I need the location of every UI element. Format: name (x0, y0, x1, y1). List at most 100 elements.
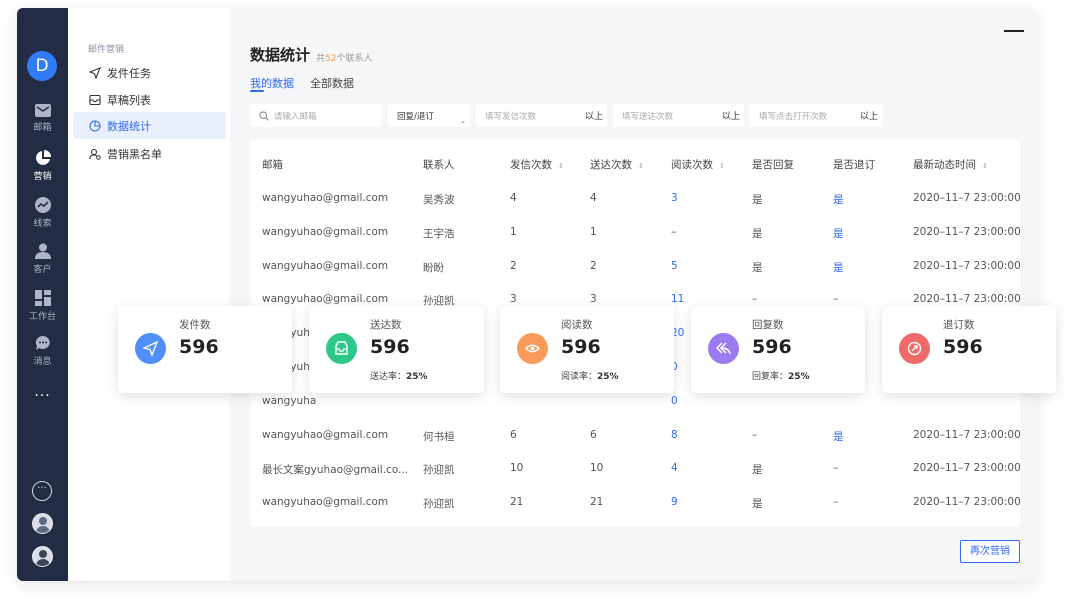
table-cell: 何书桓 (423, 430, 455, 443)
table-cell: – (833, 462, 839, 475)
table-cell: 6 (510, 428, 517, 441)
send-count-input[interactable]: 填写发信次数 以上 (476, 104, 607, 127)
reply-icon-badge (708, 333, 739, 364)
mail-icon (34, 104, 51, 117)
stat-card-value: 596 (370, 336, 410, 358)
stat-card: 回复数 596 回复率：25% (691, 306, 865, 393)
table-cell: 2020–11–7 23:00:00 (913, 259, 1020, 272)
table-cell[interactable]: 11 (671, 293, 684, 305)
stat-card-value: 596 (752, 336, 792, 358)
table-cell: 10 (510, 462, 524, 475)
stat-card-value: 596 (179, 336, 219, 358)
column-header[interactable]: 发信次数 ⇕ (510, 157, 564, 172)
send-icon (89, 66, 101, 79)
stat-card-rate: 回复率：25% (752, 372, 810, 382)
stat-card-title: 送达数 (370, 319, 402, 331)
table-cell: 21 (510, 496, 524, 509)
table-cell: 是 (752, 498, 763, 511)
column-header: 联系人 (423, 159, 455, 171)
table-cell: 2020–11–7 23:00:00 (913, 496, 1020, 509)
table-cell: 王宇浩 (423, 227, 455, 240)
window-minimize-icon[interactable] (1004, 30, 1024, 32)
subnav-item-drafts[interactable]: 草稿列表 (73, 86, 226, 113)
sort-icon[interactable]: ⇕ (982, 162, 988, 170)
table-cell: wangyuhao@gmail.com (262, 428, 389, 441)
dashboard-icon (34, 290, 51, 306)
table-cell[interactable]: 8 (671, 429, 678, 441)
table-cell: wangyuhao@gmail.com (262, 259, 389, 272)
stat-card-title: 回复数 (752, 319, 784, 331)
stat-card-title: 阅读数 (561, 319, 593, 331)
column-header[interactable]: 阅读次数 ⇕ (671, 157, 725, 172)
table-cell: 21 (590, 496, 604, 509)
stat-card-rate: 送达率：25% (370, 372, 428, 382)
table-cell: 是 (752, 227, 763, 240)
table-cell: 孙迎凯 (423, 498, 455, 511)
column-header[interactable]: 最新动态时间 ⇕ (913, 157, 988, 172)
click-count-input[interactable]: 填写点击打开次数 以上 (750, 104, 882, 127)
tab-my-data[interactable]: 我的数据 (250, 75, 294, 91)
sort-icon[interactable]: ⇕ (719, 162, 725, 170)
table-cell[interactable]: 4 (671, 462, 678, 474)
table-cell: wangyuhao@gmail.com (262, 225, 389, 238)
rail-item-customers[interactable]: 客户 (17, 243, 68, 275)
table-cell: 2 (590, 259, 597, 272)
table-cell: 3 (510, 293, 517, 306)
table-cell: 是 (752, 464, 763, 477)
table-cell: 孙迎凯 (423, 464, 455, 477)
user-avatar-2[interactable] (32, 546, 53, 567)
table-cell: 6 (590, 428, 597, 441)
message-icon (35, 335, 50, 350)
subnav-title: 邮件营销 (88, 45, 125, 55)
rail-item-leads[interactable]: 线索 (17, 197, 68, 229)
rail-item-messages[interactable]: 消息 (17, 335, 68, 367)
table-cell[interactable]: 是 (833, 260, 844, 275)
subnav-item-blacklist[interactable]: 营销黑名单 (73, 140, 226, 167)
column-header[interactable]: 送达次数 ⇕ (590, 157, 644, 172)
blacklist-user-icon (89, 148, 101, 160)
stat-card: 发件数 596 (118, 306, 292, 393)
eye-icon (525, 344, 540, 353)
account-avatar[interactable]: D (27, 51, 57, 81)
sort-icon[interactable]: ⇕ (558, 162, 564, 170)
table-cell: 是 (752, 261, 763, 274)
clock-pie-icon (89, 119, 101, 132)
rail-item-mail[interactable]: 邮箱 (17, 104, 68, 133)
table-cell: 2020–11–7 23:00:00 (913, 192, 1020, 204)
stat-card-value: 596 (943, 336, 983, 358)
more-options-icon[interactable]: ··· (32, 481, 52, 501)
subnav-item-send-tasks[interactable]: 发件任务 (73, 59, 226, 86)
table-cell: wangyuhao@gmail.com (262, 496, 389, 509)
stat-card: 送达数 596 送达率：25% (309, 306, 484, 393)
search-input[interactable]: 请输入邮箱 (250, 104, 382, 127)
user-avatar-1[interactable] (32, 513, 53, 534)
table-cell: 2 (510, 259, 517, 272)
rail-item-marketing[interactable]: 营销 (17, 150, 68, 182)
rail-item-workbench[interactable]: 工作台 (17, 290, 68, 322)
table-cell: – (671, 225, 677, 238)
table-cell[interactable]: 9 (671, 496, 678, 508)
subnav-item-statistics[interactable]: 数据统计 (73, 112, 226, 139)
sort-icon[interactable]: ⇕ (638, 162, 644, 170)
table-cell[interactable]: 是 (833, 429, 844, 444)
tab-all-data[interactable]: 全部数据 (310, 75, 354, 91)
table-cell: 10 (590, 462, 604, 475)
table-cell[interactable]: 0 (671, 395, 678, 407)
eye-icon-badge (517, 333, 548, 364)
table-cell[interactable]: 是 (833, 226, 844, 241)
stat-card-title: 退订数 (943, 319, 975, 331)
table-cell: wangyuhao@gmail.com (262, 192, 389, 204)
rail-more-icon[interactable]: ··· (17, 388, 68, 404)
secondary-sidebar: 邮件营销 发件任务 草稿列表 数据统计 营销黑名单 (68, 8, 230, 581)
pie-chart-icon (35, 150, 51, 165)
retry-marketing-button[interactable]: 再次营销 (960, 540, 1020, 563)
table-cell[interactable]: 是 (833, 192, 844, 207)
user-icon (34, 243, 51, 259)
reply-icon (716, 342, 731, 355)
stat-card: 阅读数 596 阅读率：25% (500, 306, 674, 393)
reply-unsub-select[interactable]: 回复/退订 ⌄ (388, 104, 470, 127)
deliver-count-input[interactable]: 填写送达次数 以上 (613, 104, 744, 127)
unsubscribe-icon (907, 341, 922, 356)
table-cell[interactable]: 5 (671, 260, 678, 272)
table-cell[interactable]: 3 (671, 192, 678, 204)
